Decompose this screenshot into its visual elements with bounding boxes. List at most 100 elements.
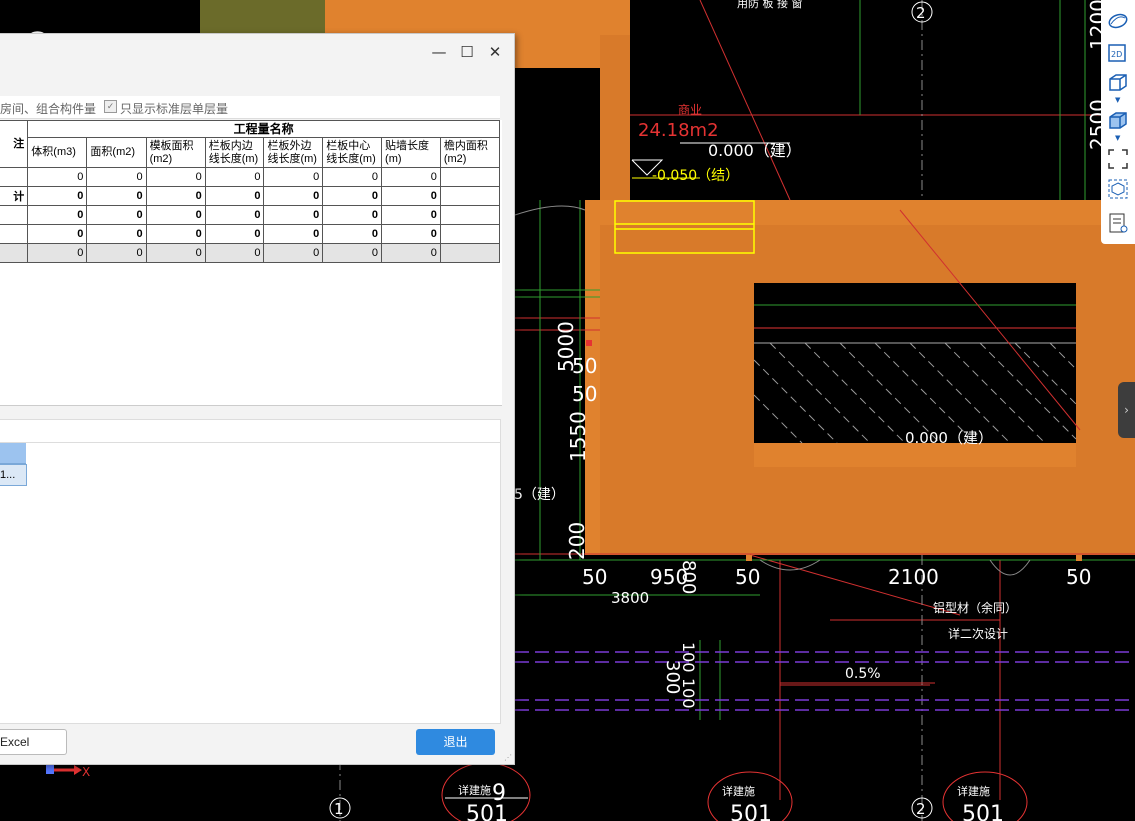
- table-cell[interactable]: 0: [204, 224, 265, 244]
- svg-text:详建施: 详建施: [458, 783, 491, 797]
- table-row[interactable]: 0000000: [0, 205, 501, 225]
- table-row[interactable]: 0000000: [0, 224, 501, 244]
- column-header[interactable]: 檐内面积(m2): [439, 137, 501, 168]
- table-row[interactable]: 0000000: [0, 243, 501, 263]
- row-label: [0, 243, 29, 263]
- table-cell[interactable]: 0: [263, 224, 324, 244]
- table-cell[interactable]: [439, 167, 501, 187]
- fullscreen-icon[interactable]: [1107, 148, 1129, 170]
- detail-pane[interactable]: 1...: [0, 442, 501, 724]
- column-header[interactable]: 栏板内边线长度(m): [204, 137, 265, 168]
- export-excel-button[interactable]: Excel: [0, 729, 67, 755]
- table-cell[interactable]: 0: [381, 186, 441, 206]
- table-cell[interactable]: 0: [322, 186, 383, 206]
- left-number-b: 50: [572, 382, 597, 406]
- detail-pane-header: [0, 419, 501, 443]
- room-combo-option-label: 房间、组合构件量: [0, 102, 97, 116]
- table-cell[interactable]: 0: [27, 186, 88, 206]
- exit-button[interactable]: 退出: [416, 729, 495, 755]
- table-cell[interactable]: 0: [263, 243, 324, 263]
- minimize-button[interactable]: —: [428, 42, 450, 62]
- row-label: 计: [0, 186, 29, 206]
- table-cell[interactable]: [439, 186, 501, 206]
- table-cell[interactable]: 0: [263, 205, 324, 225]
- table-cell[interactable]: 0: [145, 243, 206, 263]
- standard-floor-checkbox[interactable]: ✓: [104, 100, 117, 113]
- table-row[interactable]: 计0000000: [0, 186, 501, 206]
- resize-grip[interactable]: ⋰: [504, 754, 512, 762]
- table-cell[interactable]: 0: [381, 243, 441, 263]
- left-number-c: 5（建）: [514, 487, 565, 503]
- table-cell[interactable]: 0: [145, 205, 206, 225]
- column-header[interactable]: 模板面积(m2): [145, 137, 206, 168]
- table-cell[interactable]: 0: [322, 243, 383, 263]
- standard-floor-checkbox-label: 只显示标准层单层量: [120, 102, 229, 116]
- table-cell[interactable]: 0: [27, 167, 88, 187]
- axis-label-top: 2: [916, 4, 926, 22]
- column-header[interactable]: 栏板外边线长度(m): [263, 137, 324, 168]
- table-cell[interactable]: 0: [322, 224, 383, 244]
- table-cell[interactable]: 0: [204, 205, 265, 225]
- table-cell[interactable]: 0: [381, 205, 441, 225]
- elevation-build: 0.000（建）: [708, 141, 802, 160]
- slab-column: [600, 35, 630, 200]
- dim-800: 800: [678, 560, 699, 594]
- detail-selected-cell[interactable]: 1...: [0, 464, 27, 486]
- quantity-table-container[interactable]: 注 工程量名称 体积(m3) 面积(m2) 模板面积(m2) 栏板内边线长度(m) 栏板…: [0, 120, 502, 406]
- 2d-view-icon[interactable]: 2D: [1107, 42, 1129, 64]
- perspective-icon[interactable]: [1107, 10, 1129, 32]
- row-label: [0, 224, 29, 244]
- dim-1550: 1550: [566, 411, 590, 462]
- table-cell[interactable]: [439, 205, 501, 225]
- quantity-dialog[interactable]: — ☐ ✕ 房间、组合构件量 ✓ 只显示标准层单层量 注 工程量名称 体积(m3…: [0, 33, 515, 765]
- svg-text:501: 501: [466, 802, 508, 821]
- column-header[interactable]: 贴墙长度(m): [381, 137, 441, 168]
- table-cell[interactable]: 0: [86, 167, 147, 187]
- dim-50-c: 50: [1066, 565, 1091, 589]
- table-cell[interactable]: 0: [86, 243, 147, 263]
- table-cell[interactable]: 0: [381, 224, 441, 244]
- room-name: 商业: [678, 102, 702, 117]
- column-header[interactable]: 栏板中心线长度(m): [322, 137, 383, 168]
- table-cell[interactable]: 0: [204, 243, 265, 263]
- table-cell[interactable]: 0: [322, 205, 383, 225]
- 3d-shaded-icon[interactable]: [1107, 110, 1129, 132]
- side-panel-toggle[interactable]: ›: [1118, 382, 1135, 438]
- maximize-button[interactable]: ☐: [456, 42, 478, 62]
- left-number-a: 50: [572, 354, 597, 378]
- table-cell[interactable]: 0: [263, 167, 324, 187]
- 3d-box-icon[interactable]: [1107, 72, 1129, 94]
- column-header[interactable]: 体积(m3): [27, 137, 88, 168]
- close-button[interactable]: ✕: [484, 42, 506, 62]
- component-view-icon[interactable]: [1107, 178, 1129, 200]
- table-cell[interactable]: 0: [145, 167, 206, 187]
- table-cell[interactable]: [439, 243, 501, 263]
- table-cell[interactable]: 0: [204, 186, 265, 206]
- column-header-note[interactable]: 注: [0, 120, 29, 168]
- table-cell[interactable]: 0: [263, 186, 324, 206]
- slope-label: 0.5%: [845, 666, 881, 682]
- table-cell[interactable]: 0: [145, 224, 206, 244]
- quantity-table: 注 工程量名称 体积(m3) 面积(m2) 模板面积(m2) 栏板内边线长度(m) 栏板…: [0, 120, 501, 263]
- property-list-icon[interactable]: [1107, 212, 1129, 234]
- table-cell[interactable]: 0: [27, 205, 88, 225]
- table-cell[interactable]: 0: [145, 186, 206, 206]
- note-material: 铝型材（余同）: [933, 600, 1017, 615]
- table-cell[interactable]: 0: [86, 224, 147, 244]
- table-cell[interactable]: 0: [86, 205, 147, 225]
- view-toolbar: 2D ▼ ▼: [1101, 0, 1135, 244]
- table-cell[interactable]: 0: [86, 186, 147, 206]
- table-cell[interactable]: 0: [27, 243, 88, 263]
- table-cell[interactable]: 0: [27, 224, 88, 244]
- svg-text:501: 501: [730, 802, 772, 821]
- table-cell[interactable]: 0: [204, 167, 265, 187]
- column-header[interactable]: 面积(m2): [86, 137, 147, 168]
- table-cell[interactable]: [439, 224, 501, 244]
- detail-header-cell[interactable]: [0, 443, 26, 464]
- note-detail: 详二次设计: [948, 626, 1008, 641]
- table-row[interactable]: 0000000: [0, 167, 501, 187]
- dim-50-a: 50: [582, 565, 607, 589]
- table-cell[interactable]: 0: [381, 167, 441, 187]
- table-cell[interactable]: 0: [322, 167, 383, 187]
- room-area: 24.18m2: [638, 120, 719, 141]
